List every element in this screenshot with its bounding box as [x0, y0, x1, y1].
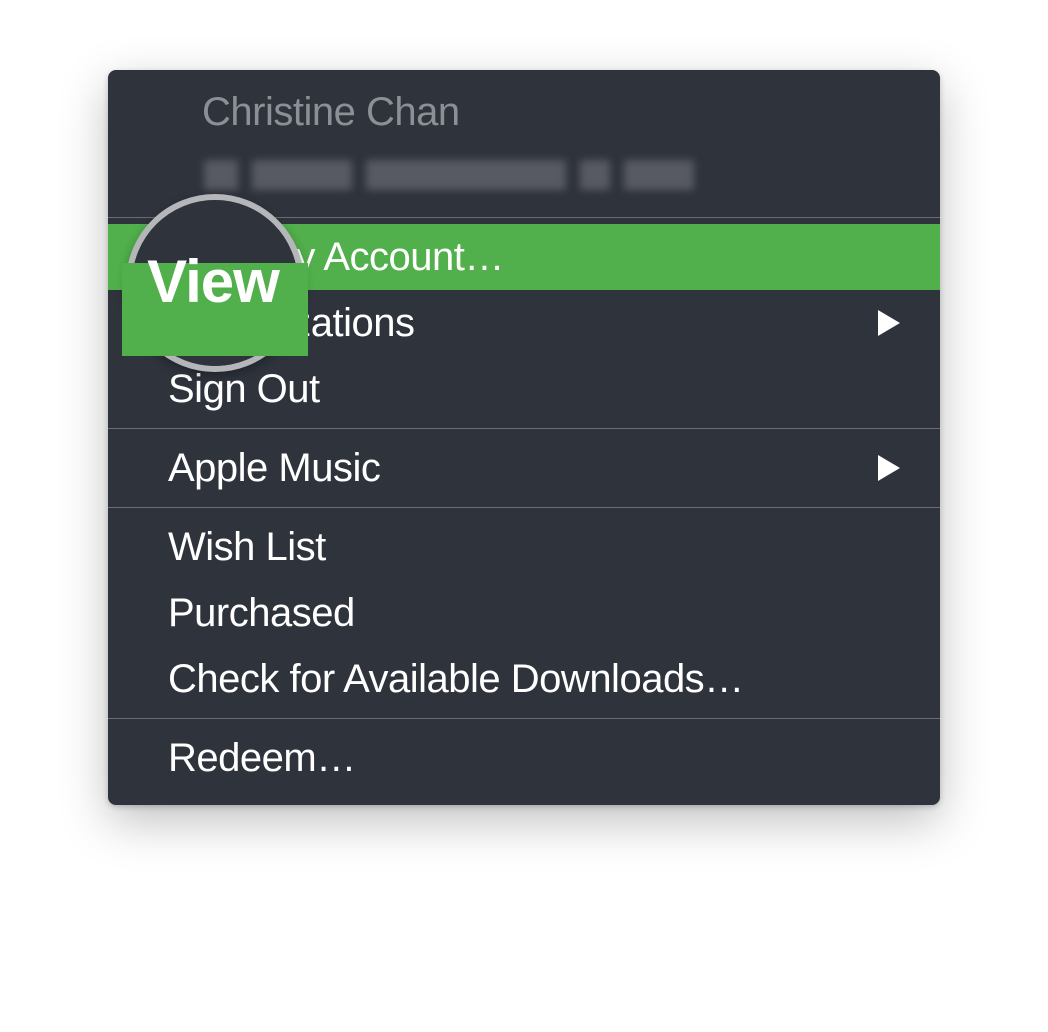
account-dropdown-menu: Christine Chan View My Account… Authoriz…	[108, 70, 940, 805]
menu-item-label: Apple Music	[168, 446, 380, 491]
account-header: Christine Chan	[108, 70, 940, 217]
menu-item-label: View My Account…	[168, 235, 504, 280]
menu-item-sign-out[interactable]: Sign Out	[108, 356, 940, 422]
account-name: Christine Chan	[202, 90, 940, 135]
menu-item-apple-music[interactable]: Apple Music	[108, 435, 940, 501]
menu-item-label: Redeem…	[168, 736, 356, 781]
menu-item-label: Check for Available Downloads…	[168, 657, 744, 702]
menu-item-authorizations[interactable]: Authorizations	[108, 290, 940, 356]
chevron-right-icon	[878, 310, 900, 336]
menu-item-label: Wish List	[168, 525, 326, 570]
menu-item-check-downloads[interactable]: Check for Available Downloads…	[108, 646, 940, 712]
menu-item-wish-list[interactable]: Wish List	[108, 514, 940, 580]
menu-item-label: Authorizations	[168, 301, 414, 346]
menu-item-label: Sign Out	[168, 367, 320, 412]
menu-item-purchased[interactable]: Purchased	[108, 580, 940, 646]
menu-item-redeem[interactable]: Redeem…	[108, 725, 940, 791]
menu-item-label: Purchased	[168, 591, 355, 636]
chevron-right-icon	[878, 455, 900, 481]
menu-item-view-my-account[interactable]: View My Account…	[108, 224, 940, 290]
account-email-redacted	[204, 153, 940, 197]
